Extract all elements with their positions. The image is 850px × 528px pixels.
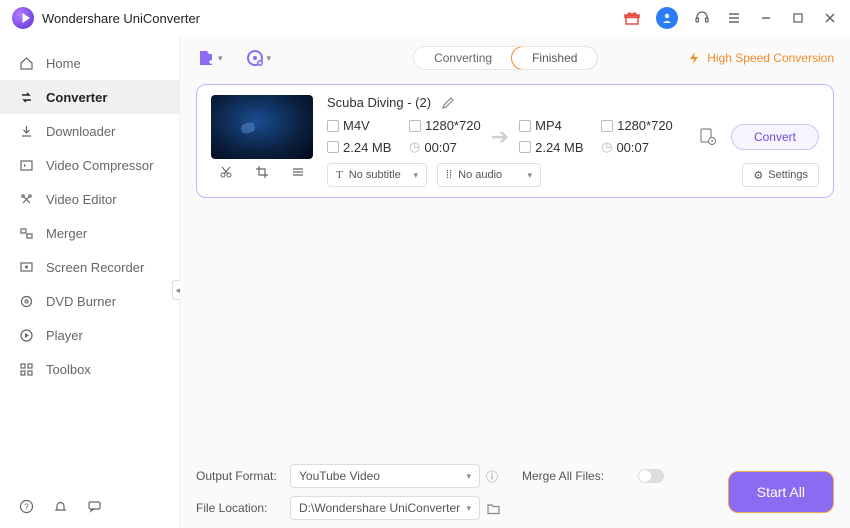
maximize-icon[interactable]: [790, 10, 806, 26]
clock-icon: ◷: [409, 139, 420, 155]
file-location-label: File Location:: [196, 501, 284, 515]
merger-icon: [18, 225, 34, 241]
sidebar-item-label: Home: [46, 56, 81, 71]
info-icon[interactable]: ⓘ: [486, 468, 516, 485]
player-icon: [18, 327, 34, 343]
output-format-label: Output Format:: [196, 469, 284, 483]
add-dvd-button[interactable]: ▾: [245, 48, 272, 68]
open-folder-icon[interactable]: [486, 501, 516, 516]
sidebar-item-burner[interactable]: DVD Burner: [0, 284, 179, 318]
sidebar-item-toolbox[interactable]: Toolbox: [0, 352, 179, 386]
help-icon[interactable]: ?: [18, 498, 34, 514]
merge-toggle[interactable]: [638, 469, 664, 483]
sidebar-item-label: Toolbox: [46, 362, 91, 377]
tab-group: Converting Finished: [413, 46, 598, 70]
app-title: Wondershare UniConverter: [42, 11, 200, 26]
chevron-down-icon: ▾: [218, 53, 223, 64]
cut-icon[interactable]: [219, 165, 233, 179]
burner-icon: [18, 293, 34, 309]
add-file-button[interactable]: ▾: [196, 48, 223, 68]
menu-icon[interactable]: [726, 10, 742, 26]
start-all-button[interactable]: Start All: [728, 471, 834, 513]
size-icon: [327, 141, 339, 153]
toolbox-icon: [18, 361, 34, 377]
tab-finished[interactable]: Finished: [511, 46, 598, 70]
convert-button[interactable]: Convert: [731, 124, 819, 150]
svg-text:?: ?: [24, 502, 29, 511]
size-icon: [519, 141, 531, 153]
sidebar-item-converter[interactable]: Converter: [0, 80, 179, 114]
sidebar-item-compressor[interactable]: Video Compressor: [0, 148, 179, 182]
sidebar-item-label: Screen Recorder: [46, 260, 144, 275]
home-icon: [18, 55, 34, 71]
settings-button[interactable]: ⚙Settings: [742, 163, 819, 187]
downloader-icon: [18, 123, 34, 139]
sidebar-item-home[interactable]: Home: [0, 46, 179, 80]
target-settings-icon[interactable]: [699, 128, 717, 146]
more-icon[interactable]: [291, 165, 305, 179]
file-card: Scuba Diving - (2) M4V 1280*720 2.24 MB …: [196, 84, 834, 198]
gift-icon[interactable]: [624, 10, 640, 26]
subtitle-dropdown[interactable]: TNo subtitle▾: [327, 163, 427, 187]
sidebar-item-label: Player: [46, 328, 83, 343]
converter-icon: [18, 89, 34, 105]
merge-label: Merge All Files:: [522, 469, 632, 483]
feedback-icon[interactable]: [86, 498, 102, 514]
sidebar-item-player[interactable]: Player: [0, 318, 179, 352]
video-thumbnail[interactable]: [211, 95, 313, 159]
user-avatar[interactable]: [656, 7, 678, 29]
recorder-icon: [18, 259, 34, 275]
titlebar: Wondershare UniConverter: [0, 0, 850, 36]
sidebar-item-label: Downloader: [46, 124, 115, 139]
sidebar-item-label: Merger: [46, 226, 87, 241]
format-icon: [327, 120, 339, 132]
minimize-icon[interactable]: [758, 10, 774, 26]
edit-icon[interactable]: [441, 96, 455, 110]
resolution-icon: [601, 120, 613, 132]
sidebar-item-editor[interactable]: Video Editor: [0, 182, 179, 216]
format-icon: [519, 120, 531, 132]
sidebar-item-label: Video Editor: [46, 192, 117, 207]
resolution-icon: [409, 120, 421, 132]
crop-icon[interactable]: [255, 165, 269, 179]
sidebar-item-recorder[interactable]: Screen Recorder: [0, 250, 179, 284]
output-format-dropdown[interactable]: YouTube Video▾: [290, 464, 480, 488]
sidebar: Home Converter Downloader Video Compress…: [0, 36, 180, 528]
sidebar-item-label: Converter: [46, 90, 107, 105]
chevron-down-icon: ▾: [267, 53, 272, 64]
sidebar-item-label: Video Compressor: [46, 158, 153, 173]
audio-dropdown[interactable]: ⁞⁞No audio▾: [437, 163, 541, 187]
sidebar-item-label: DVD Burner: [46, 294, 116, 309]
file-title: Scuba Diving - (2): [327, 95, 431, 110]
file-location-dropdown[interactable]: D:\Wondershare UniConverter▾: [290, 496, 480, 520]
arrow-right-icon: ➔: [481, 124, 519, 150]
tab-converting[interactable]: Converting: [414, 47, 512, 69]
notify-icon[interactable]: [52, 498, 68, 514]
high-speed-toggle[interactable]: High Speed Conversion: [687, 51, 834, 65]
editor-icon: [18, 191, 34, 207]
app-logo: [12, 7, 34, 29]
sidebar-item-downloader[interactable]: Downloader: [0, 114, 179, 148]
compressor-icon: [18, 157, 34, 173]
sidebar-item-merger[interactable]: Merger: [0, 216, 179, 250]
support-icon[interactable]: [694, 10, 710, 26]
close-icon[interactable]: [822, 10, 838, 26]
clock-icon: ◷: [601, 139, 612, 155]
gear-icon: ⚙: [753, 169, 763, 182]
